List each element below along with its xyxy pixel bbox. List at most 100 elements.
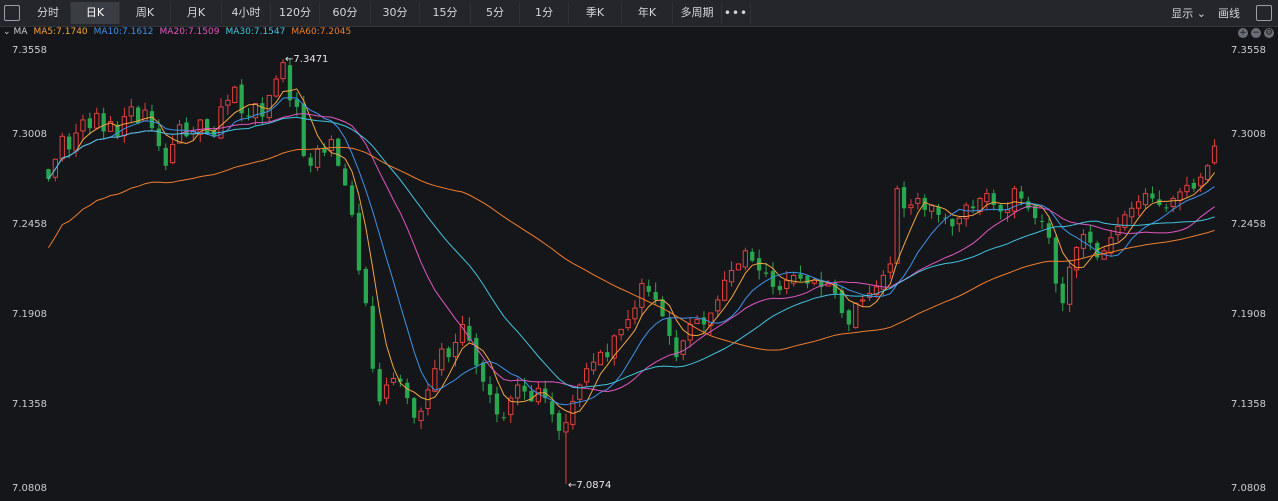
candle bbox=[1164, 203, 1169, 212]
candle bbox=[625, 309, 631, 331]
candle-body bbox=[915, 197, 921, 204]
period-toolbar: 分时 日K 周K 月K 4小时 120分 60分 30分 15分 5分 1分 季K 年K 多周期 ••• … bbox=[0, 0, 1278, 27]
candle-body bbox=[170, 143, 176, 164]
candle bbox=[611, 334, 617, 366]
tab-12[interactable]: 季K bbox=[569, 2, 622, 24]
chevron-down-icon[interactable]: ⌄ bbox=[3, 27, 11, 37]
ma-legend-item: MA60:7.2045 bbox=[291, 27, 352, 37]
settings-gear-icon[interactable]: ⚙ bbox=[1264, 28, 1274, 38]
y-tick-label: 7.1358 bbox=[1231, 399, 1266, 410]
remove-indicator-icon[interactable]: − bbox=[1251, 28, 1261, 38]
candle bbox=[370, 296, 375, 373]
more-periods-button[interactable]: ••• bbox=[722, 2, 751, 24]
candle bbox=[1053, 235, 1058, 293]
candle bbox=[853, 302, 859, 329]
candle bbox=[239, 79, 244, 122]
candle bbox=[412, 396, 417, 424]
candle bbox=[1115, 217, 1121, 242]
candle-body bbox=[1184, 184, 1190, 193]
candle-body bbox=[894, 188, 900, 264]
indicator-name[interactable]: MA bbox=[14, 27, 28, 37]
candle bbox=[432, 359, 438, 393]
candle-body bbox=[590, 361, 597, 371]
candle-body bbox=[597, 351, 604, 366]
candle bbox=[349, 180, 355, 218]
tab-3[interactable]: 周K bbox=[120, 2, 171, 24]
indicator-controls: + − ⚙ bbox=[1235, 28, 1274, 38]
tab-6[interactable]: 120分 bbox=[271, 2, 320, 24]
tab-7[interactable]: 60分 bbox=[320, 2, 371, 24]
tab-2[interactable]: 日K bbox=[71, 2, 120, 24]
candle bbox=[632, 300, 638, 325]
candle bbox=[784, 271, 790, 295]
tab-4[interactable]: 月K bbox=[171, 2, 222, 24]
candle-body bbox=[343, 168, 348, 186]
candle bbox=[660, 296, 665, 318]
candle bbox=[52, 158, 58, 182]
candle-body bbox=[632, 307, 638, 320]
draw-line-button[interactable]: 画线 bbox=[1218, 5, 1240, 21]
tab-9[interactable]: 15分 bbox=[420, 2, 471, 24]
panel-toggle-icon[interactable] bbox=[4, 5, 20, 21]
candle bbox=[1067, 259, 1073, 312]
candle-body bbox=[757, 258, 762, 271]
candle bbox=[1150, 186, 1155, 203]
candle bbox=[757, 249, 762, 280]
add-indicator-icon[interactable]: + bbox=[1238, 28, 1248, 38]
tab-8[interactable]: 30分 bbox=[371, 2, 420, 24]
candle-body bbox=[487, 384, 493, 395]
candle-body bbox=[1136, 201, 1142, 209]
ma30-line bbox=[48, 116, 1215, 389]
candle bbox=[728, 261, 735, 287]
candle-body bbox=[101, 113, 106, 132]
tab-1[interactable]: 分时 bbox=[26, 2, 71, 24]
candle-body bbox=[784, 279, 790, 289]
candle-body bbox=[1205, 165, 1211, 181]
candle-body bbox=[550, 401, 555, 415]
candle-body bbox=[984, 193, 990, 203]
candle bbox=[94, 107, 100, 130]
candle-body bbox=[763, 272, 769, 274]
candle-body bbox=[770, 271, 776, 287]
candle-body bbox=[128, 106, 134, 117]
candle bbox=[1060, 276, 1065, 312]
y-tick-label: 7.0808 bbox=[1231, 483, 1266, 494]
tab-13[interactable]: 年K bbox=[622, 2, 673, 24]
candle bbox=[991, 189, 996, 211]
candle-body bbox=[887, 263, 893, 273]
candle bbox=[205, 118, 210, 135]
candle-body bbox=[412, 398, 417, 418]
candle bbox=[894, 185, 900, 264]
low-price-annotation: ←7.0874 bbox=[568, 480, 611, 491]
candle-body bbox=[811, 279, 817, 284]
candle-body bbox=[846, 310, 851, 325]
ma10-line bbox=[48, 96, 1215, 406]
display-menu-button[interactable]: 显示 ⌄ bbox=[1171, 5, 1206, 21]
candle bbox=[563, 413, 569, 485]
candle bbox=[722, 271, 728, 302]
tab-10[interactable]: 5分 bbox=[471, 2, 520, 24]
tab-14[interactable]: 多周期 bbox=[673, 2, 722, 24]
candle-body bbox=[798, 274, 803, 279]
tab-5[interactable]: 4小时 bbox=[222, 2, 271, 24]
candle bbox=[860, 296, 866, 307]
candle-body bbox=[777, 285, 782, 291]
candle bbox=[887, 256, 893, 279]
candle bbox=[667, 310, 672, 345]
candle bbox=[1205, 164, 1211, 182]
candle bbox=[1184, 176, 1190, 198]
candle bbox=[777, 280, 782, 295]
candle bbox=[950, 218, 955, 236]
tab-11[interactable]: 1分 bbox=[520, 2, 569, 24]
candle-body bbox=[653, 292, 658, 300]
candle bbox=[377, 362, 382, 406]
y-tick-label: 7.3008 bbox=[12, 129, 47, 140]
y-tick-label: 7.0808 bbox=[12, 483, 47, 494]
fullscreen-icon[interactable] bbox=[1256, 5, 1272, 21]
candle-body bbox=[225, 99, 231, 106]
candle bbox=[1122, 210, 1128, 231]
candle-body bbox=[708, 312, 714, 326]
candle bbox=[446, 346, 451, 363]
candlestick-chart[interactable]: ←7.3471 ←7.0874 bbox=[0, 40, 1278, 501]
candle bbox=[956, 217, 962, 233]
